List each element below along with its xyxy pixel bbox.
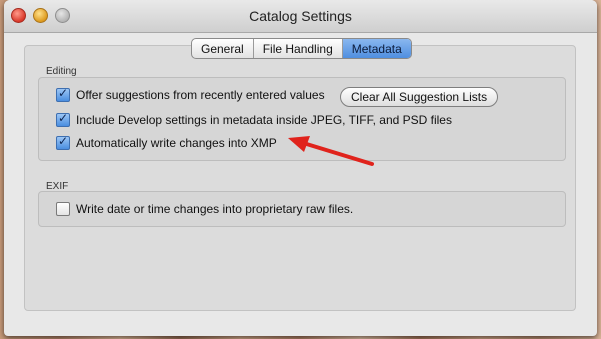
- red-annotation-arrow-icon: [288, 136, 374, 166]
- offer-suggestions-checkbox[interactable]: [56, 86, 70, 102]
- offer-suggestions-option[interactable]: Offer suggestions from recently entered …: [56, 86, 325, 102]
- auto-write-xmp-option[interactable]: Automatically write changes into XMP: [56, 134, 277, 150]
- include-develop-settings-checkbox[interactable]: [56, 111, 70, 127]
- include-develop-settings-label: Include Develop settings in metadata ins…: [76, 113, 452, 127]
- auto-write-xmp-label: Automatically write changes into XMP: [76, 136, 277, 150]
- editing-section-label: Editing: [46, 66, 77, 77]
- tab-general[interactable]: General: [192, 39, 254, 58]
- write-date-time-label: Write date or time changes into propriet…: [76, 202, 354, 216]
- clear-all-suggestion-lists-button[interactable]: Clear All Suggestion Lists: [340, 87, 499, 107]
- write-date-time-option[interactable]: Write date or time changes into propriet…: [56, 202, 353, 216]
- catalog-settings-window: Catalog Settings General File Handling M…: [4, 0, 597, 336]
- tab-bar: General File Handling Metadata: [191, 38, 412, 59]
- window-title: Catalog Settings: [249, 8, 352, 24]
- offer-suggestions-label: Offer suggestions from recently entered …: [76, 88, 325, 102]
- write-date-time-checkbox[interactable]: [56, 202, 70, 216]
- title-bar: Catalog Settings: [4, 0, 597, 33]
- tab-file-handling[interactable]: File Handling: [254, 39, 343, 58]
- tab-metadata[interactable]: Metadata: [342, 39, 411, 58]
- auto-write-xmp-checkbox[interactable]: [56, 134, 70, 150]
- include-develop-settings-option[interactable]: Include Develop settings in metadata ins…: [56, 111, 452, 127]
